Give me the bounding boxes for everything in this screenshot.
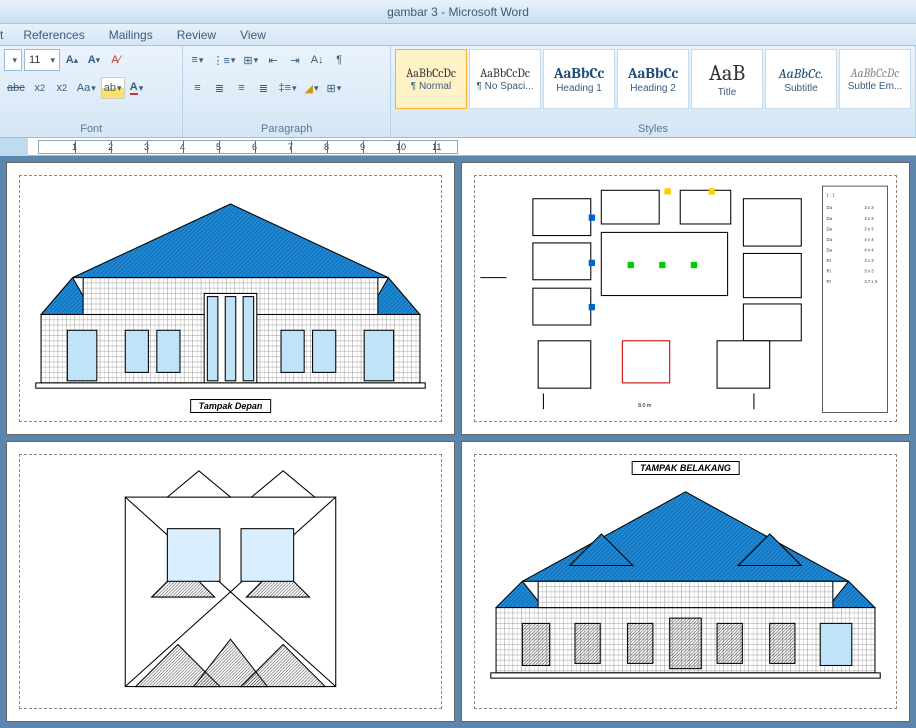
svg-text:3 x 3: 3 x 3 xyxy=(864,216,874,221)
paragraph-group: ≡▾ ⋮≡▾ ⊞▾ ⇤ ⇥ A↓ ¶ ≡ ≣ ≡ ≣ ‡≡▾ ◢▾ ⊞▾ Par… xyxy=(183,46,391,137)
svg-text:Da: Da xyxy=(827,216,833,221)
document-workspace[interactable]: Tampak Depan xyxy=(0,156,916,728)
front-elevation-label: Tampak Depan xyxy=(190,399,272,413)
font-color-button[interactable]: A▾ xyxy=(127,77,147,99)
menu-bar: t References Mailings Review View xyxy=(0,24,916,46)
svg-text:3 x 3: 3 x 3 xyxy=(864,226,874,231)
style-no-spacing[interactable]: AaBbCcDc¶ No Spaci... xyxy=(469,49,541,109)
svg-text:Da: Da xyxy=(827,205,833,210)
align-right-button[interactable]: ≡ xyxy=(231,77,251,99)
sort-button[interactable]: A↓ xyxy=(307,49,327,71)
svg-text:Da: Da xyxy=(827,226,833,231)
paragraph-group-label: Paragraph xyxy=(187,121,386,137)
style-heading2[interactable]: AaBbCcHeading 2 xyxy=(617,49,689,109)
borders-button[interactable]: ⊞▾ xyxy=(324,77,345,99)
svg-text:1 : 1: 1 : 1 xyxy=(827,193,836,198)
style-subtitle[interactable]: AaBbCc.Subtitle xyxy=(765,49,837,109)
multilevel-button[interactable]: ⊞▾ xyxy=(240,49,261,71)
menu-references[interactable]: References xyxy=(11,25,96,45)
menu-review[interactable]: Review xyxy=(165,25,228,45)
font-family-combo[interactable]: ▾ xyxy=(4,49,22,71)
ribbon: ▾ 11▾ A▴ A▾ A⁄ abc x2 x2 Aa▾ ab▾ A▾ Font… xyxy=(0,46,916,138)
style-normal[interactable]: AaBbCcDc¶ Normal xyxy=(395,49,467,109)
window-title: gambar 3 - Microsoft Word xyxy=(387,5,529,19)
highlight-button[interactable]: ab▾ xyxy=(101,77,125,99)
menu-mailings[interactable]: Mailings xyxy=(97,25,165,45)
change-case-button[interactable]: Aa▾ xyxy=(74,77,99,99)
ruler-number: 11 xyxy=(432,142,441,152)
ruler-number: 10 xyxy=(396,142,406,152)
shading-button[interactable]: ◢▾ xyxy=(302,77,322,99)
line-spacing-button[interactable]: ‡≡▾ xyxy=(275,77,299,99)
floor-plan-drawing: 1 : 1 Da 3 x 3 Da 3 x 3 Da 3 x 3 Da 4 x 4 Da… xyxy=(475,176,896,421)
svg-text:3 x 3: 3 x 3 xyxy=(864,258,874,263)
show-marks-button[interactable]: ¶ xyxy=(329,49,349,71)
style-heading1[interactable]: AaBbCcHeading 1 xyxy=(543,49,615,109)
styles-group: AaBbCcDc¶ Normal AaBbCcDc¶ No Spaci... A… xyxy=(391,46,916,137)
roof-plan-drawing xyxy=(20,455,441,708)
decrease-indent-button[interactable]: ⇤ xyxy=(263,49,283,71)
bullets-button[interactable]: ≡▾ xyxy=(187,49,207,71)
subscript-button[interactable]: x2 xyxy=(30,77,50,99)
svg-text:Da: Da xyxy=(827,247,833,252)
styles-gallery[interactable]: AaBbCcDc¶ Normal AaBbCcDc¶ No Spaci... A… xyxy=(395,49,911,121)
ruler-strip: 1234567891011 xyxy=(38,140,458,154)
font-group: ▾ 11▾ A▴ A▾ A⁄ abc x2 x2 Aa▾ ab▾ A▾ Font xyxy=(0,46,183,137)
numbering-button[interactable]: ⋮≡▾ xyxy=(209,49,238,71)
align-center-button[interactable]: ≣ xyxy=(209,77,229,99)
back-elevation-drawing xyxy=(475,455,896,708)
align-justify-button[interactable]: ≣ xyxy=(253,77,273,99)
styles-group-label: Styles xyxy=(395,121,911,137)
shrink-font-button[interactable]: A▾ xyxy=(84,49,104,71)
svg-text:3 x 3: 3 x 3 xyxy=(864,205,874,210)
partial-menu-left[interactable]: t xyxy=(0,25,11,45)
superscript-button[interactable]: x2 xyxy=(52,77,72,99)
font-group-label: Font xyxy=(4,121,178,137)
svg-text:4 x 4: 4 x 4 xyxy=(864,237,874,242)
menu-view[interactable]: View xyxy=(228,25,278,45)
increase-indent-button[interactable]: ⇥ xyxy=(285,49,305,71)
align-left-button[interactable]: ≡ xyxy=(187,77,207,99)
strikethrough-button[interactable]: abc xyxy=(4,77,28,99)
front-elevation-drawing xyxy=(20,176,441,421)
back-elevation-label: TAMPAK BELAKANG xyxy=(631,461,740,475)
svg-text:4 x 4: 4 x 4 xyxy=(864,247,874,252)
svg-text:3.7 x 3: 3.7 x 3 xyxy=(864,279,877,284)
page-back-elevation: TAMPAK BELAKANG xyxy=(461,441,910,722)
grow-font-button[interactable]: A▴ xyxy=(62,49,82,71)
style-subtle-em[interactable]: AaBbCcDcSubtle Em... xyxy=(839,49,911,109)
svg-text:3 x 3: 3 x 3 xyxy=(864,268,874,273)
style-title[interactable]: AaBTitle xyxy=(691,49,763,109)
ruler[interactable]: 1234567891011 xyxy=(28,138,916,156)
svg-text:Da: Da xyxy=(827,237,833,242)
page-front-elevation: Tampak Depan xyxy=(6,162,455,435)
title-bar: gambar 3 - Microsoft Word xyxy=(0,0,916,24)
font-size-combo[interactable]: 11▾ xyxy=(24,49,60,71)
page-roof-plan xyxy=(6,441,455,722)
page-floor-plan: 1 : 1 Da 3 x 3 Da 3 x 3 Da 3 x 3 Da 4 x 4 Da… xyxy=(461,162,910,435)
clear-formatting-button[interactable]: A⁄ xyxy=(106,49,126,71)
svg-text:8.0 m: 8.0 m xyxy=(638,403,652,409)
